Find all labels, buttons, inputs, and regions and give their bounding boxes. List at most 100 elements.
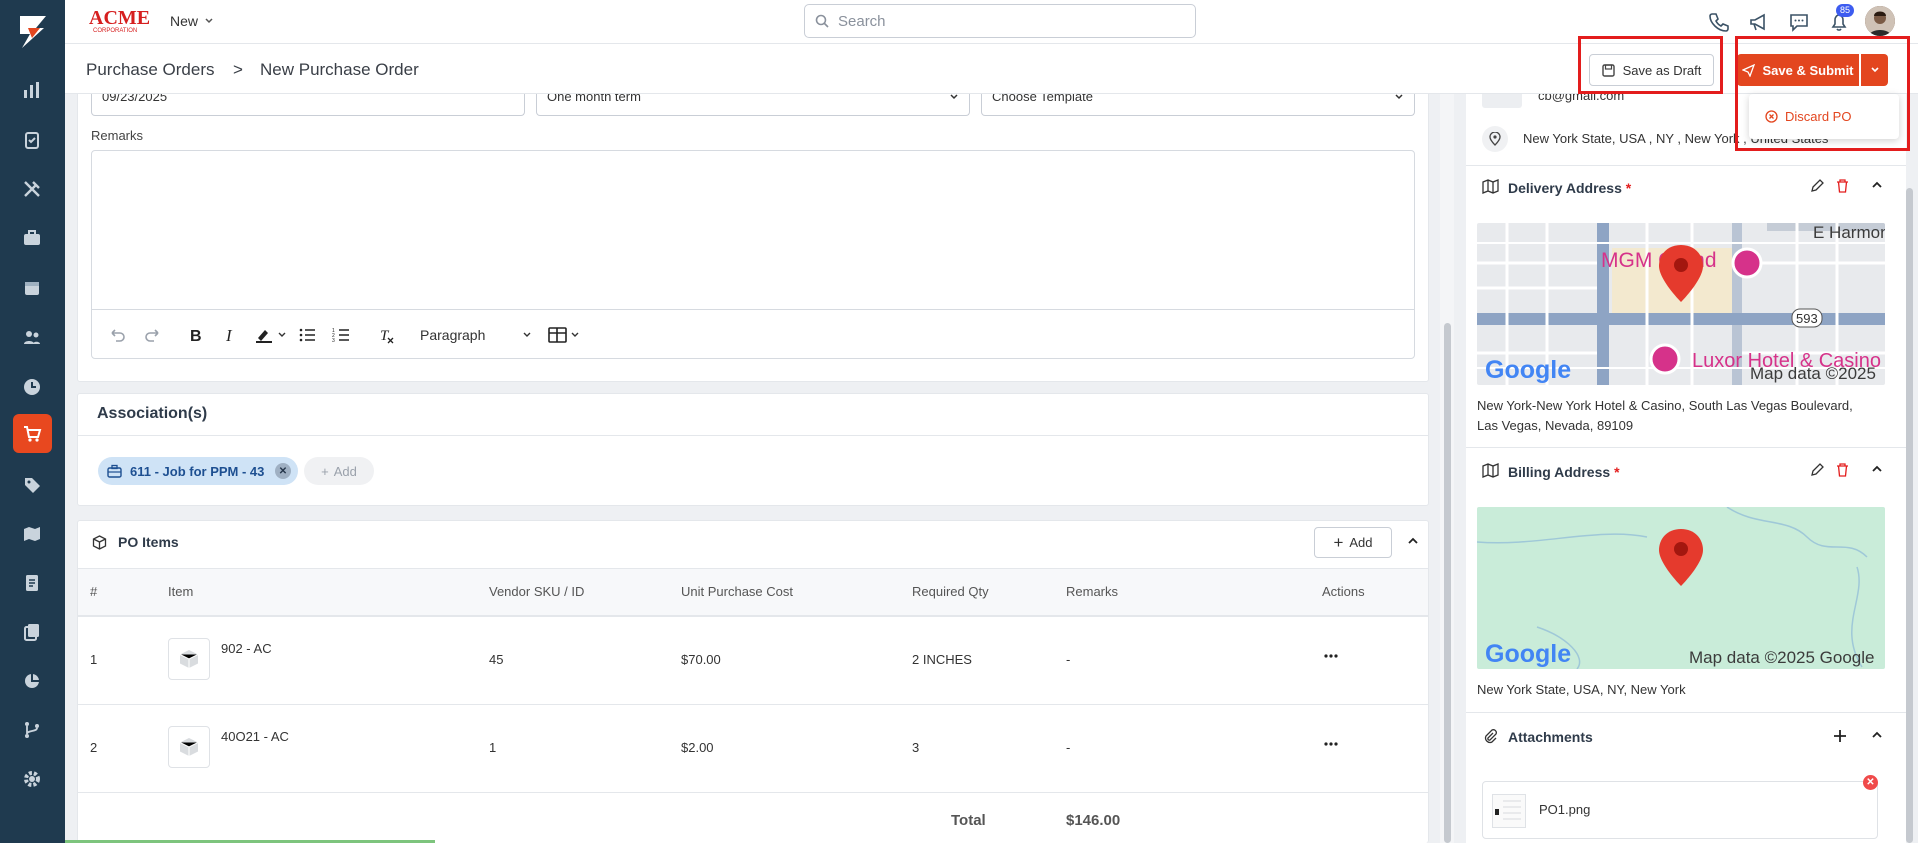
chevron-up-icon[interactable] (1870, 728, 1884, 742)
pie-chart-icon[interactable] (19, 668, 45, 694)
tools-icon[interactable] (19, 176, 45, 202)
template-select[interactable]: Choose Template (981, 89, 1415, 116)
svg-text:B: B (190, 328, 202, 344)
billing-map[interactable]: Google Map data ©2025 Google (1477, 507, 1885, 669)
clear-format-icon[interactable]: T (376, 324, 398, 346)
svg-text:3: 3 (332, 338, 335, 344)
item-qty: 3 (912, 740, 920, 755)
highlight-icon[interactable] (254, 324, 276, 346)
plus-icon[interactable] (1832, 728, 1848, 744)
document-icon[interactable] (19, 570, 45, 596)
billing-address: New York State, USA, NY, New York (1477, 682, 1686, 697)
po-items-title: PO Items (118, 534, 179, 550)
search-input[interactable] (838, 12, 1168, 30)
notification-badge: 85 (1836, 4, 1854, 17)
phone-icon[interactable] (1706, 9, 1732, 35)
paragraph-label: Paragraph (420, 327, 486, 343)
clock-icon[interactable] (19, 374, 45, 400)
delete-icon[interactable] (1835, 462, 1850, 477)
numbered-list-icon[interactable]: 123 (330, 324, 352, 346)
table-row (77, 704, 1429, 792)
chat-icon[interactable] (1786, 9, 1812, 35)
billing-address-title: Billing Address * (1508, 464, 1620, 480)
column-header-num: # (90, 584, 98, 599)
briefcase-icon[interactable] (19, 225, 45, 251)
edit-icon[interactable] (1810, 462, 1825, 477)
remove-association-icon[interactable]: ✕ (275, 463, 291, 479)
divider (1466, 712, 1906, 713)
plus-icon: + (321, 463, 329, 479)
add-po-item-button[interactable]: + Add (1314, 527, 1392, 558)
users-icon[interactable] (19, 324, 45, 350)
bullet-list-icon[interactable] (296, 324, 318, 346)
paperclip-icon (1482, 728, 1498, 744)
chevron-down-icon[interactable] (276, 324, 288, 346)
bold-icon[interactable]: B (184, 324, 206, 346)
delivery-map[interactable]: E Harmon Ave MGM Grand Luxor Hotel & Cas… (1477, 223, 1885, 385)
map-attribution: Map data ©2025 Google (1689, 648, 1875, 667)
new-dropdown[interactable]: New (170, 13, 214, 29)
item-name[interactable]: 40O21 - AC (221, 729, 289, 744)
megaphone-icon[interactable] (1746, 9, 1772, 35)
item-sku: 45 (489, 652, 504, 667)
remarks-editor[interactable]: B I 123 T Paragraph (91, 150, 1415, 359)
item-qty: 2 INCHES (912, 652, 972, 667)
delete-icon[interactable] (1835, 178, 1850, 193)
map-icon[interactable] (19, 521, 45, 547)
remove-attachment-icon[interactable]: ✕ (1863, 775, 1878, 790)
date-field[interactable]: 09/23/2025 (91, 89, 525, 116)
undo-icon[interactable] (106, 324, 128, 346)
add-association-label: Add (333, 463, 357, 479)
associations-panel (77, 393, 1429, 506)
item-thumbnail (168, 726, 210, 768)
clipboard-icon[interactable] (19, 127, 45, 153)
search-box[interactable] (804, 4, 1196, 38)
item-name[interactable]: 902 - AC (221, 641, 272, 656)
add-association-button[interactable]: + Add (304, 457, 374, 485)
new-dropdown-label: New (170, 13, 199, 29)
redo-icon[interactable] (142, 324, 164, 346)
term-select[interactable]: One month term (536, 89, 970, 116)
briefcase-icon (107, 464, 122, 478)
map-google-logo: Google (1485, 640, 1571, 668)
file-thumbnail (1492, 794, 1526, 828)
chevron-up-icon[interactable] (1406, 534, 1420, 548)
chevron-up-icon[interactable] (1870, 462, 1884, 476)
attachment-item[interactable]: PO1.png (1482, 781, 1878, 839)
more-options-icon[interactable] (1323, 648, 1339, 664)
avatar[interactable] (1865, 6, 1895, 36)
map-google-logo: Google (1485, 356, 1571, 384)
item-remarks: - (1066, 652, 1071, 667)
divider (78, 792, 1428, 793)
item-sku: 1 (489, 740, 497, 755)
cart-icon[interactable] (19, 421, 45, 447)
tag-icon[interactable] (19, 472, 45, 498)
map-attribution: Map data ©2025 (1750, 364, 1876, 383)
brand-logo: ACME CORPORATION (87, 6, 151, 34)
item-remarks: - (1066, 740, 1071, 755)
divider (1466, 447, 1906, 448)
item-cost: $2.00 (681, 740, 714, 755)
total-label: Total (951, 812, 986, 829)
breadcrumb-parent[interactable]: Purchase Orders (86, 60, 215, 80)
association-chip[interactable]: 611 - Job for PPM - 43 ✕ (98, 457, 298, 485)
italic-icon[interactable]: I (218, 324, 240, 346)
calendar-icon[interactable] (19, 275, 45, 301)
right-panel-scrollbar[interactable] (1906, 188, 1913, 843)
settings-icon[interactable] (19, 766, 45, 792)
dashboard-icon[interactable] (19, 77, 45, 103)
scrollbar[interactable] (1444, 323, 1451, 843)
workflow-icon[interactable] (19, 717, 45, 743)
paragraph-select[interactable]: Paragraph (414, 322, 538, 348)
highlight-draft (1578, 36, 1723, 94)
more-options-icon[interactable] (1323, 736, 1339, 752)
app-logo[interactable] (14, 12, 52, 52)
edit-icon[interactable] (1810, 178, 1825, 193)
copy-icon[interactable] (19, 619, 45, 645)
delivery-address-line1: New York-New York Hotel & Casino, South … (1477, 398, 1853, 413)
column-header-actions: Actions (1322, 584, 1365, 599)
divider (1466, 165, 1906, 166)
chevron-up-icon[interactable] (1870, 178, 1884, 192)
row-number: 1 (90, 652, 98, 667)
table-icon[interactable] (548, 324, 586, 346)
